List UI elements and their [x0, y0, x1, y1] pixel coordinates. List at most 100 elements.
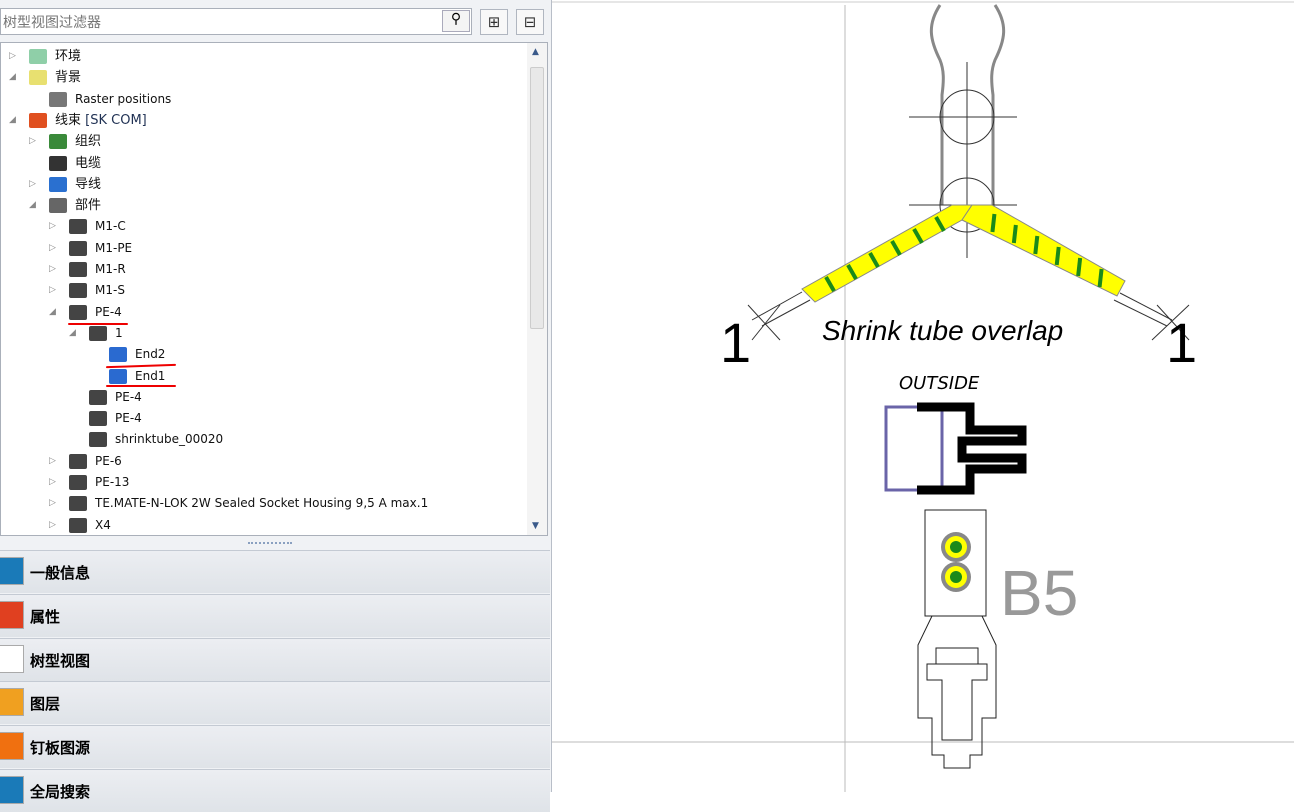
tree-node-icon — [69, 219, 87, 235]
expand-toggle-icon[interactable]: ▷ — [49, 451, 56, 472]
splitter-handle[interactable] — [248, 542, 292, 545]
tree-item-label: PE-13 — [95, 475, 130, 489]
tree-node-icon — [89, 389, 107, 405]
scrollbar-thumb[interactable] — [530, 67, 544, 329]
tree-item-label: 1 — [115, 325, 123, 340]
tree-view-icon — [0, 644, 24, 673]
tree-item-label: M1-S — [95, 283, 125, 298]
scroll-down-icon[interactable]: ▼ — [532, 521, 539, 531]
info-icon — [0, 557, 24, 585]
panel-section-3[interactable]: 图层 — [0, 681, 550, 725]
tree-item-label: 线束 [SK COM] — [55, 112, 147, 128]
expand-toggle-icon[interactable]: ▷ — [49, 472, 56, 493]
tree-view: ▷ 环境 ◢ 背景 Raster positions ◢ 线束 [SK COM] ▷ 组织 电缆 ▷… — [0, 42, 548, 536]
tree-node-icon — [29, 112, 47, 128]
shrink-tube-right — [961, 204, 1126, 297]
tree-node-icon — [69, 475, 87, 490]
panel-section-1[interactable]: 属性 — [0, 593, 550, 637]
nailboard-icon — [0, 732, 24, 761]
tube-stripe — [1054, 246, 1061, 266]
tree-node-icon — [69, 240, 87, 256]
tree-node-icon — [89, 325, 107, 341]
tube-stripe — [1033, 235, 1040, 255]
left-panel: ⚲ ⊞ ⊟ ▷ 环境 ◢ 背景 Raster positions ◢ 线束 [SK COM]… — [0, 0, 552, 812]
tree-node-icon — [89, 411, 107, 427]
tree-item-label: Raster positions — [75, 91, 172, 106]
expand-toggle-icon[interactable]: ▷ — [49, 515, 56, 535]
expand-toggle-icon[interactable]: ◢ — [9, 110, 16, 131]
expand-toggle-icon[interactable]: ◢ — [69, 323, 76, 344]
expand-toggle-icon[interactable]: ◢ — [29, 195, 36, 216]
tree-node-icon — [109, 347, 127, 363]
shrink-tube-caption: Shrink tube overlap — [822, 315, 1063, 346]
tube-stripe — [990, 213, 997, 233]
tree-item-label: End2 — [135, 347, 166, 362]
shrink-tube-left — [801, 204, 973, 303]
tree-node-icon — [69, 517, 87, 533]
tree-item-label: M1-R — [95, 262, 126, 276]
tree-item-label: 导线 — [75, 176, 102, 192]
tree-item-label: shrinktube_00020 — [115, 432, 224, 447]
tree-item-label: TE.MATE-N-LOK 2W Sealed Socket Housing 9… — [95, 496, 429, 511]
drawing-canvas[interactable]: 1 1 Shrink tube overlap OUTSIDE B5 — [552, 0, 1294, 792]
tree-node-icon — [109, 368, 127, 384]
collapse-all-button[interactable]: ⊟ — [516, 9, 544, 35]
connector-b5: B5 — [924, 509, 1078, 629]
section-label: 钉板图源 — [30, 739, 91, 758]
expand-toggle-icon[interactable]: ◢ — [9, 67, 16, 88]
tree-item-label: 电缆 — [75, 155, 102, 171]
annotation-underline — [68, 323, 128, 325]
tree-node-icon — [69, 262, 87, 277]
expand-toggle-icon[interactable]: ▷ — [9, 46, 16, 67]
expand-toggle-icon[interactable]: ▷ — [49, 493, 56, 514]
panel-section-0[interactable]: 一般信息 — [0, 550, 550, 593]
layers-icon — [0, 688, 24, 717]
tree-item-label: End1 — [135, 368, 166, 383]
right-count-label: 1 — [1166, 311, 1197, 374]
tree-item-label: PE-4 — [115, 411, 142, 426]
tree-item-label: M1-PE — [95, 240, 133, 255]
filter-icon[interactable]: ⚲ — [442, 10, 470, 32]
tube-stripe — [1076, 257, 1083, 277]
terminal — [917, 615, 997, 769]
annotation-underline — [106, 385, 176, 387]
tree-node-icon — [89, 432, 107, 448]
expand-toggle-icon[interactable]: ▷ — [49, 259, 56, 280]
tree-node-icon — [49, 91, 67, 107]
tree-node-icon — [29, 49, 47, 64]
expand-toggle-icon[interactable]: ▷ — [49, 216, 56, 237]
expand-toggle-icon[interactable]: ▷ — [49, 280, 56, 301]
tube-stripe — [1097, 268, 1104, 288]
tree-item-label: PE-6 — [95, 453, 122, 468]
left-count-label: 1 — [720, 311, 751, 374]
expand-toggle-icon[interactable]: ◢ — [49, 302, 56, 323]
tree-item-label: 环境 — [55, 49, 82, 64]
expand-all-button[interactable]: ⊞ — [480, 9, 508, 35]
scroll-up-icon[interactable]: ▲ — [532, 47, 539, 57]
tree-node-icon — [49, 176, 67, 192]
panel-section-2[interactable]: 树型视图 — [0, 637, 550, 681]
outside-symbol — [884, 402, 1027, 495]
expand-toggle-icon[interactable]: ▷ — [29, 131, 36, 152]
panel-section-4[interactable]: 钉板图源 — [0, 725, 550, 769]
properties-icon — [0, 600, 24, 629]
connector-label: B5 — [1000, 557, 1078, 629]
expand-toggle-icon[interactable]: ▷ — [29, 174, 36, 195]
tree-node-icon — [29, 70, 47, 86]
tree-item-label: 背景 — [55, 70, 82, 86]
tree-item-label: PE-4 — [95, 304, 122, 319]
vertical-scrollbar[interactable]: ▲ ▼ — [527, 43, 547, 535]
tree-node-icon — [49, 134, 67, 150]
tree-filter-input[interactable] — [0, 8, 472, 35]
tree-node-icon — [69, 283, 87, 299]
tree-node-icon — [49, 155, 67, 171]
panel-section-5[interactable]: 全局搜索 — [0, 769, 550, 812]
tree-item-label: X4 — [95, 517, 111, 532]
search-icon — [0, 776, 24, 804]
expand-toggle-icon[interactable]: ▷ — [49, 238, 56, 259]
section-label: 树型视图 — [30, 651, 91, 670]
tree-node-icon — [69, 304, 87, 320]
tree-item-label: PE-4 — [115, 389, 142, 404]
tree-item-label: 部件 — [75, 198, 102, 214]
tree-node-icon — [69, 496, 87, 512]
